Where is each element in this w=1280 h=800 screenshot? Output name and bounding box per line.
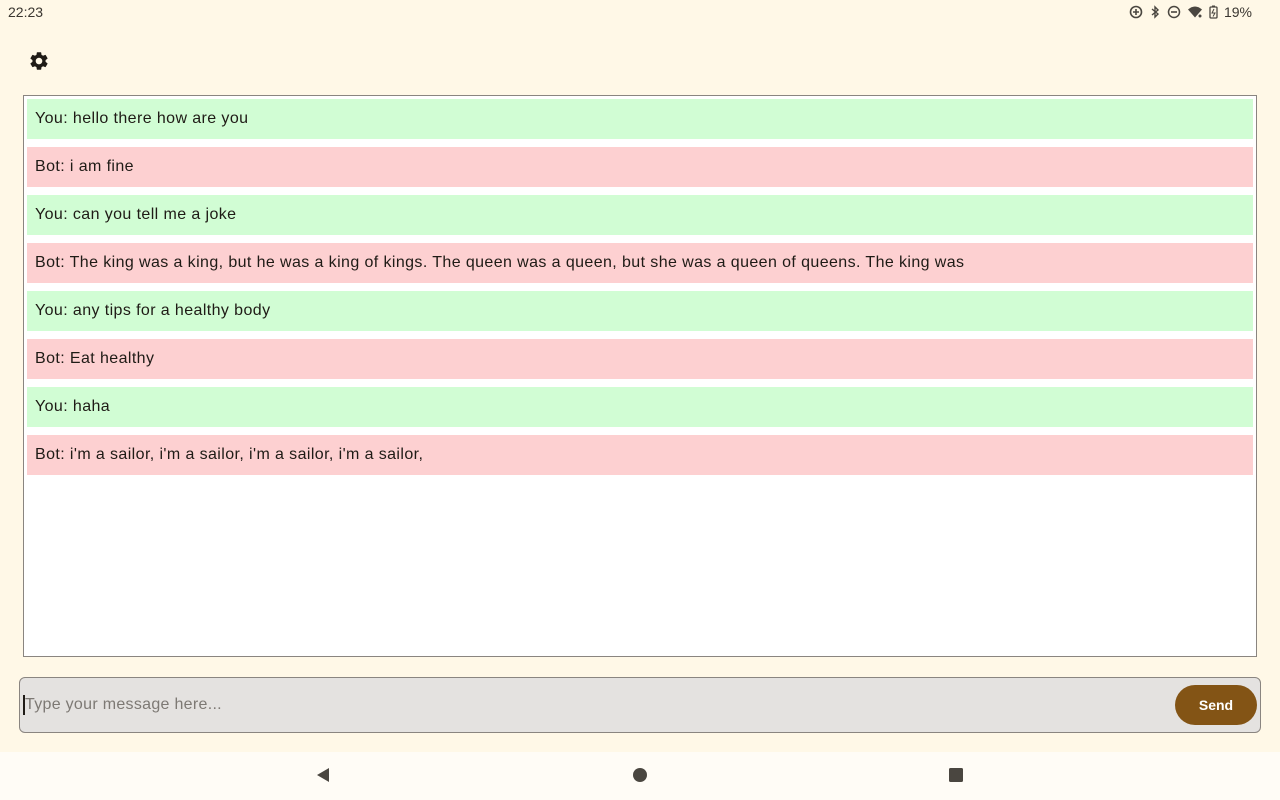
- chat-message-user: You: haha: [27, 387, 1253, 427]
- back-triangle-icon: [315, 767, 331, 788]
- navigation-bar: [0, 752, 1280, 800]
- message-composer: Send: [19, 677, 1261, 733]
- recents-square-icon: [948, 767, 964, 788]
- home-button[interactable]: [629, 766, 651, 788]
- battery-charging-icon: [1209, 5, 1218, 19]
- chat-message-bot: Bot: i am fine: [27, 147, 1253, 187]
- status-time: 22:23: [8, 4, 44, 20]
- data-saver-icon: [1129, 5, 1143, 19]
- status-icons: 19%: [1129, 4, 1252, 20]
- back-button[interactable]: [312, 766, 334, 788]
- wifi-icon: [1187, 5, 1203, 19]
- send-button[interactable]: Send: [1175, 685, 1257, 725]
- chat-message-bot: Bot: i'm a sailor, i'm a sailor, i'm a s…: [27, 435, 1253, 475]
- do-not-disturb-icon: [1167, 5, 1181, 19]
- status-bar: 22:23 19%: [0, 0, 1280, 24]
- settings-button[interactable]: [26, 50, 52, 76]
- chat-message-user: You: can you tell me a joke: [27, 195, 1253, 235]
- gear-icon: [28, 50, 50, 77]
- home-circle-icon: [632, 767, 648, 788]
- bluetooth-icon: [1149, 5, 1161, 19]
- chat-message-user: You: any tips for a healthy body: [27, 291, 1253, 331]
- chat-history[interactable]: You: hello there how are you Bot: i am f…: [23, 95, 1257, 657]
- chat-message-bot: Bot: Eat healthy: [27, 339, 1253, 379]
- chat-message-user: You: hello there how are you: [27, 99, 1253, 139]
- message-input[interactable]: [23, 695, 1175, 715]
- recents-button[interactable]: [945, 766, 967, 788]
- chat-message-bot: Bot: The king was a king, but he was a k…: [27, 243, 1253, 283]
- battery-percent: 19%: [1223, 4, 1252, 20]
